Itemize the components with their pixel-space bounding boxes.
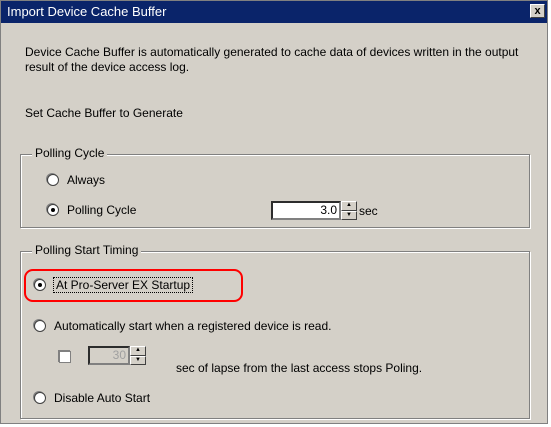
- radio-always-label: Always: [67, 173, 106, 187]
- polling-start-legend: Polling Start Timing: [32, 243, 142, 257]
- radio-disable-auto-label: Disable Auto Start: [54, 391, 151, 405]
- spin-up-icon[interactable]: ▲: [341, 201, 357, 211]
- polling-cycle-stepper[interactable]: 3.0 ▲ ▼: [271, 201, 357, 220]
- close-button[interactable]: x: [530, 4, 545, 18]
- highlight-annotation: [24, 269, 243, 302]
- dialog-window: Import Device Cache Buffer x Device Cach…: [0, 0, 548, 424]
- radio-polling-cycle[interactable]: Polling Cycle: [47, 203, 136, 217]
- lapse-description: sec of lapse from the last access stops …: [176, 361, 423, 375]
- polling-cycle-unit: sec: [359, 204, 378, 218]
- radio-dot-polling-cycle: [47, 204, 59, 216]
- lapse-spin-down-icon[interactable]: ▼: [130, 355, 146, 365]
- radio-dot-auto-start: [34, 320, 46, 332]
- polling-cycle-legend: Polling Cycle: [32, 146, 108, 160]
- radio-polling-cycle-label: Polling Cycle: [67, 203, 137, 217]
- description-text: Device Cache Buffer is automatically gen…: [25, 45, 519, 74]
- lapse-spin-up-icon[interactable]: ▲: [130, 346, 146, 356]
- radio-auto-start-label: Automatically start when a registered de…: [54, 319, 332, 333]
- polling-cycle-spin-buttons: ▲ ▼: [341, 201, 357, 220]
- title-bar[interactable]: Import Device Cache Buffer x: [1, 1, 547, 23]
- lapse-checkbox[interactable]: [59, 351, 71, 363]
- radio-dot-always: [47, 174, 59, 186]
- radio-auto-start[interactable]: Automatically start when a registered de…: [34, 319, 331, 333]
- radio-dot-disable-auto: [34, 392, 46, 404]
- lapse-stepper[interactable]: 30 ▲ ▼: [88, 346, 146, 365]
- lapse-spin-buttons: ▲ ▼: [130, 346, 146, 365]
- lapse-value[interactable]: 30: [88, 346, 130, 365]
- subheading: Set Cache Buffer to Generate: [25, 106, 183, 120]
- polling-cycle-value[interactable]: 3.0: [271, 201, 341, 220]
- radio-disable-auto[interactable]: Disable Auto Start: [34, 391, 150, 405]
- radio-always[interactable]: Always: [47, 173, 105, 187]
- spin-down-icon[interactable]: ▼: [341, 210, 357, 220]
- window-title: Import Device Cache Buffer: [7, 4, 167, 19]
